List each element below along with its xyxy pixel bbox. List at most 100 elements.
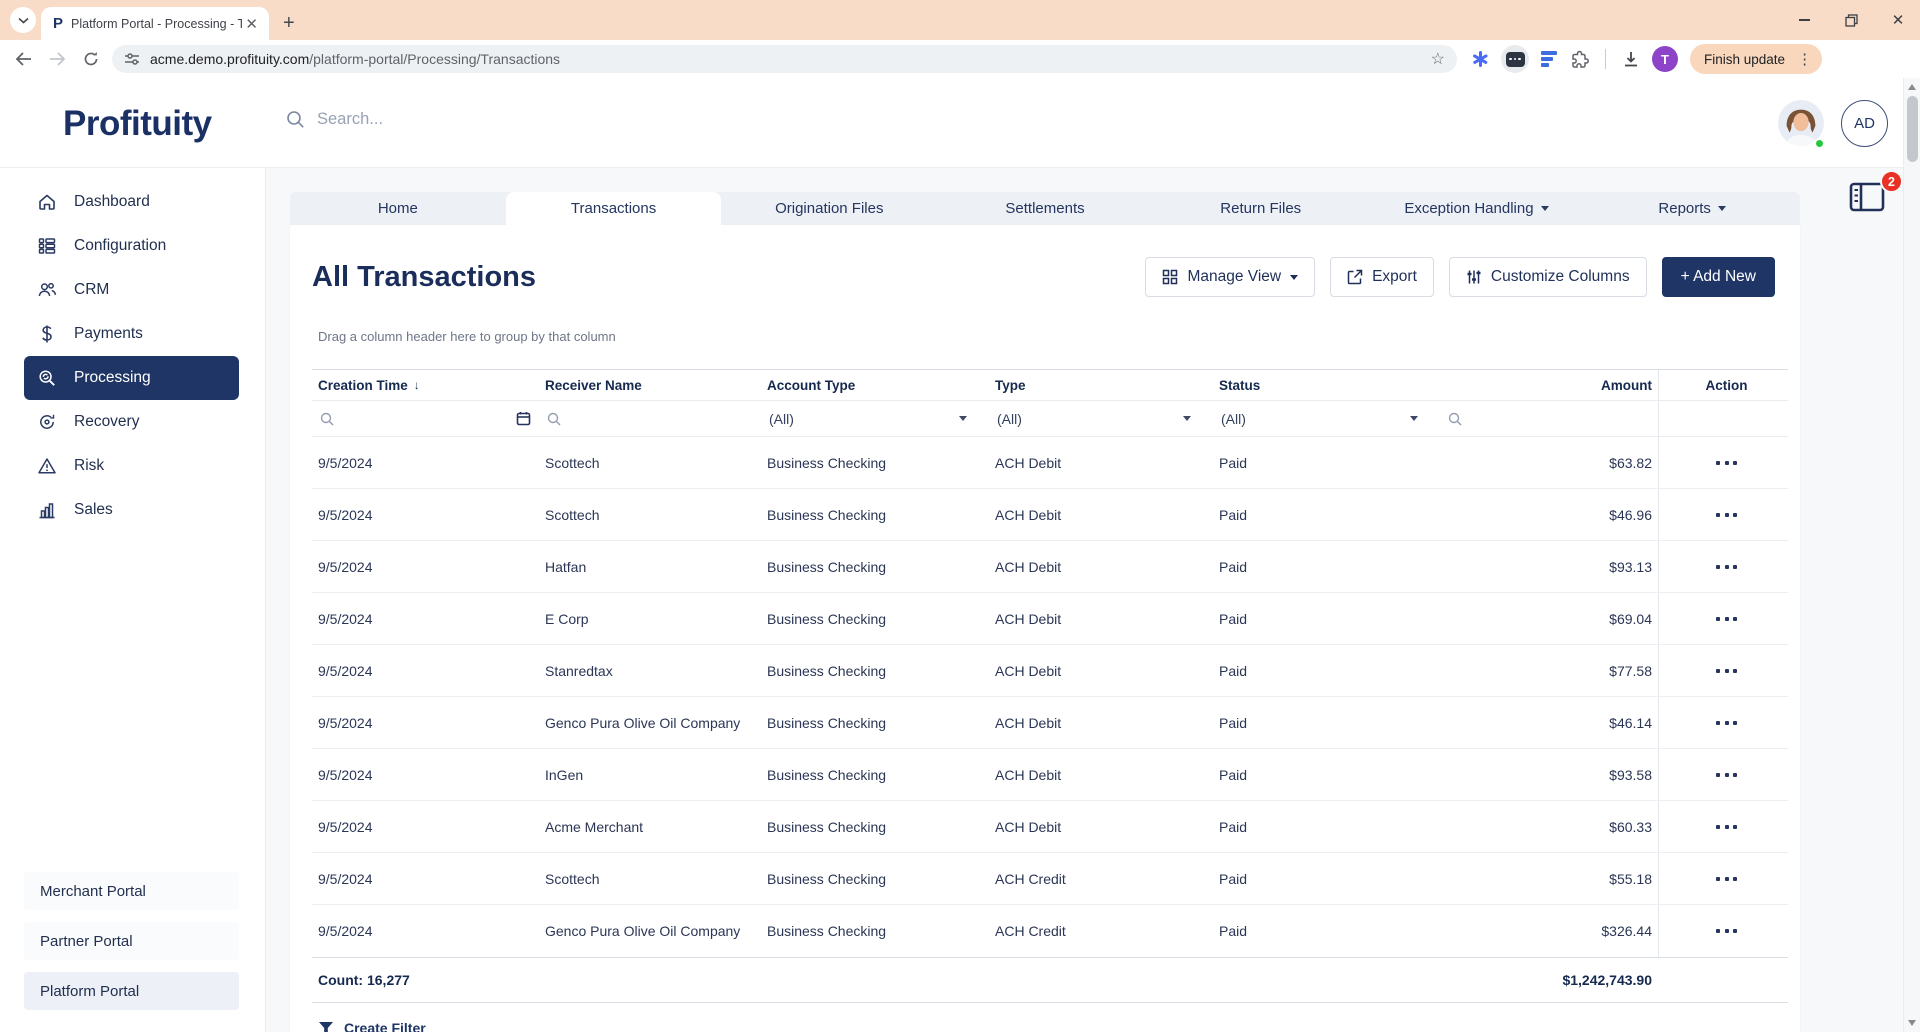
column-header-amount[interactable]: Amount bbox=[1440, 378, 1658, 393]
platform-portal-button[interactable]: Platform Portal bbox=[24, 972, 239, 1010]
partner-portal-button[interactable]: Partner Portal bbox=[24, 922, 239, 960]
sidebar-item-configuration[interactable]: Configuration bbox=[24, 224, 239, 268]
table-row[interactable]: 9/5/2024 Genco Pura Olive Oil Company Bu… bbox=[312, 697, 1788, 749]
scroll-down-arrow[interactable] bbox=[1908, 1020, 1916, 1026]
sidebar-item-crm[interactable]: CRM bbox=[24, 268, 239, 312]
extensions-puzzle-icon[interactable] bbox=[1569, 49, 1589, 69]
sidebar-item-payments[interactable]: Payments bbox=[24, 312, 239, 356]
restore-icon bbox=[1844, 13, 1858, 27]
column-header-type[interactable]: Type bbox=[989, 378, 1213, 393]
tab-return-files[interactable]: Return Files bbox=[1153, 192, 1369, 225]
toolbar-divider bbox=[1605, 49, 1606, 69]
filter-account-type[interactable]: (All) bbox=[761, 401, 989, 436]
extension-asterisk-icon[interactable] bbox=[1471, 50, 1489, 68]
merchant-portal-button[interactable]: Merchant Portal bbox=[24, 872, 239, 910]
sidebar-item-label: Processing bbox=[74, 369, 151, 386]
column-header-creation-time[interactable]: Creation Time ↓ bbox=[312, 378, 539, 393]
filter-status[interactable]: (All) bbox=[1213, 401, 1440, 436]
row-actions-button[interactable] bbox=[1658, 801, 1788, 852]
global-search[interactable] bbox=[286, 110, 737, 129]
scroll-up-arrow[interactable] bbox=[1908, 84, 1916, 90]
page-title: All Transactions bbox=[312, 261, 537, 293]
table-row[interactable]: 9/5/2024 Scottech Business Checking ACH … bbox=[312, 437, 1788, 489]
sidebar-item-recovery[interactable]: Recovery bbox=[24, 400, 239, 444]
table-row[interactable]: 9/5/2024 Genco Pura Olive Oil Company Bu… bbox=[312, 905, 1788, 957]
sidebar-item-label: Dashboard bbox=[74, 193, 150, 210]
online-status-dot bbox=[1814, 138, 1825, 149]
url-domain: acme.demo.profituity.com bbox=[150, 51, 310, 67]
browser-menu-icon[interactable]: ⋮ bbox=[1793, 50, 1816, 68]
row-actions-button[interactable] bbox=[1658, 749, 1788, 800]
calendar-icon[interactable] bbox=[516, 411, 531, 426]
table-filter-row: (All) (All) (All) bbox=[312, 401, 1788, 437]
row-actions-button[interactable] bbox=[1658, 645, 1788, 696]
side-panel-toggle[interactable]: 2 bbox=[1847, 170, 1903, 226]
new-tab-button[interactable]: + bbox=[283, 13, 295, 33]
reload-button[interactable] bbox=[78, 46, 104, 72]
grid-icon bbox=[1163, 269, 1178, 285]
row-actions-button[interactable] bbox=[1658, 905, 1788, 957]
window-minimize-button[interactable] bbox=[1796, 12, 1812, 28]
filter-receiver-name[interactable] bbox=[539, 401, 761, 436]
url-bar[interactable]: acme.demo.profituity.com/platform-portal… bbox=[112, 45, 1457, 73]
chevron-down-icon bbox=[17, 17, 29, 24]
window-restore-button[interactable] bbox=[1843, 12, 1859, 28]
page-scrollbar[interactable] bbox=[1903, 78, 1920, 1032]
table-row[interactable]: 9/5/2024 Acme Merchant Business Checking… bbox=[312, 801, 1788, 853]
tab-origination-files[interactable]: Origination Files bbox=[721, 192, 937, 225]
row-actions-button[interactable] bbox=[1658, 489, 1788, 540]
window-close-button[interactable]: ✕ bbox=[1890, 12, 1906, 29]
search-input[interactable] bbox=[317, 110, 737, 129]
table-footer: Count: 16,277 $1,242,743.90 bbox=[312, 957, 1788, 1003]
download-icon[interactable] bbox=[1622, 50, 1640, 68]
create-filter-button[interactable]: Create Filter bbox=[318, 1020, 1800, 1032]
add-new-button[interactable]: + Add New bbox=[1661, 257, 1775, 297]
row-actions-button[interactable] bbox=[1658, 541, 1788, 592]
sort-descending-icon[interactable]: ↓ bbox=[414, 378, 420, 392]
tab-settlements[interactable]: Settlements bbox=[937, 192, 1153, 225]
funnel-icon bbox=[319, 1021, 333, 1032]
manage-view-button[interactable]: Manage View bbox=[1145, 257, 1316, 297]
tab-transactions[interactable]: Transactions bbox=[505, 192, 722, 225]
filter-amount[interactable] bbox=[1440, 401, 1658, 436]
export-button[interactable]: Export bbox=[1330, 257, 1434, 297]
user-initials-badge[interactable]: AD bbox=[1841, 100, 1888, 147]
tab-reports[interactable]: Reports bbox=[1584, 192, 1800, 225]
table-row[interactable]: 9/5/2024 Hatfan Business Checking ACH De… bbox=[312, 541, 1788, 593]
table-row[interactable]: 9/5/2024 InGen Business Checking ACH Deb… bbox=[312, 749, 1788, 801]
table-row[interactable]: 9/5/2024 Scottech Business Checking ACH … bbox=[312, 853, 1788, 905]
tab-exception-handling[interactable]: Exception Handling bbox=[1369, 192, 1585, 225]
sidebar-item-risk[interactable]: Risk bbox=[24, 444, 239, 488]
table-row[interactable]: 9/5/2024 Stanredtax Business Checking AC… bbox=[312, 645, 1788, 697]
customize-columns-button[interactable]: Customize Columns bbox=[1448, 257, 1647, 297]
tab-search-button[interactable] bbox=[10, 7, 36, 33]
sidebar-item-processing[interactable]: Processing bbox=[24, 356, 239, 400]
search-icon bbox=[1448, 412, 1462, 425]
filter-type[interactable]: (All) bbox=[989, 401, 1213, 436]
column-header-receiver-name[interactable]: Receiver Name bbox=[539, 378, 761, 393]
finish-update-button[interactable]: Finish update ⋮ bbox=[1690, 44, 1823, 74]
tab-close-icon[interactable]: ✕ bbox=[242, 15, 261, 33]
column-header-status[interactable]: Status bbox=[1213, 378, 1440, 393]
sidebar-item-sales[interactable]: Sales bbox=[24, 488, 239, 532]
bookmark-star-icon[interactable]: ☆ bbox=[1431, 49, 1445, 69]
row-actions-button[interactable] bbox=[1658, 593, 1788, 644]
tab-home[interactable]: Home bbox=[290, 192, 506, 225]
row-actions-button[interactable] bbox=[1658, 697, 1788, 748]
column-header-account-type[interactable]: Account Type bbox=[761, 378, 989, 393]
forward-button[interactable] bbox=[44, 46, 70, 72]
back-button[interactable] bbox=[10, 46, 36, 72]
filter-creation-time[interactable] bbox=[312, 401, 539, 436]
browser-profile-avatar[interactable]: T bbox=[1652, 46, 1678, 72]
table-row[interactable]: 9/5/2024 E Corp Business Checking ACH De… bbox=[312, 593, 1788, 645]
transactions-table: Creation Time ↓ Receiver Name Account Typ… bbox=[312, 369, 1788, 1003]
row-actions-button[interactable] bbox=[1658, 437, 1788, 488]
table-row[interactable]: 9/5/2024 Scottech Business Checking ACH … bbox=[312, 489, 1788, 541]
browser-tab[interactable]: P Platform Portal - Processing - Tr ✕ bbox=[41, 7, 269, 40]
scrollbar-thumb[interactable] bbox=[1906, 96, 1918, 162]
extension-bars-icon[interactable] bbox=[1541, 51, 1557, 67]
app-logo[interactable]: Profituity bbox=[63, 104, 212, 144]
row-actions-button[interactable] bbox=[1658, 853, 1788, 904]
extension-chat-icon[interactable] bbox=[1501, 45, 1529, 73]
sidebar-item-dashboard[interactable]: Dashboard bbox=[24, 180, 239, 224]
